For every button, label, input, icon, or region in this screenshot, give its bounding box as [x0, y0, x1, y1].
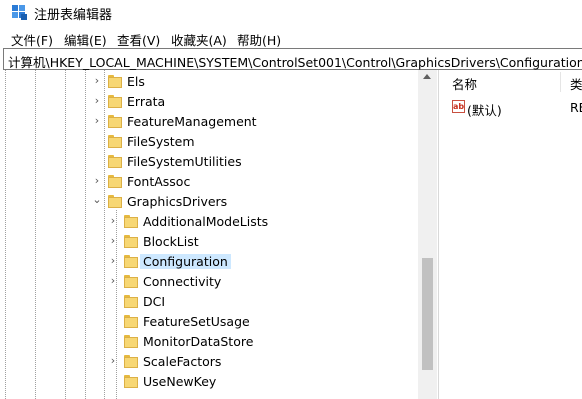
chevron-right-icon[interactable]: ›: [92, 114, 102, 127]
scroll-up-icon[interactable]: [423, 74, 431, 79]
tree-item[interactable]: › Errata: [0, 92, 418, 112]
chevron-right-icon[interactable]: ›: [108, 274, 118, 287]
tree-item-label[interactable]: FeatureSetUsage: [143, 314, 250, 329]
window-title: 注册表编辑器: [34, 8, 113, 23]
tree-item-label[interactable]: Configuration: [140, 254, 231, 269]
address-path[interactable]: 计算机\HKEY_LOCAL_MACHINE\SYSTEM\ControlSet…: [8, 52, 582, 71]
tree-item-label[interactable]: Connectivity: [143, 274, 221, 289]
tree-item-label[interactable]: FileSystemUtilities: [127, 154, 242, 169]
tree-item-label[interactable]: GraphicsDrivers: [127, 194, 227, 209]
tree-item-label[interactable]: DCI: [143, 294, 165, 309]
folder-icon: [124, 275, 138, 289]
folder-icon: [108, 115, 122, 129]
folder-icon: [108, 175, 122, 189]
value-name[interactable]: (默认): [467, 100, 502, 119]
tree-item[interactable]: FileSystemUtilities: [0, 152, 418, 172]
tree-item-label[interactable]: FeatureManagement: [127, 114, 257, 129]
column-header-name[interactable]: 名称: [452, 74, 477, 93]
tree-item-label[interactable]: FontAssoc: [127, 174, 190, 189]
chevron-right-icon[interactable]: ›: [92, 94, 102, 107]
chevron-right-icon[interactable]: ›: [108, 254, 118, 267]
tree-item[interactable]: › BlockList: [0, 232, 418, 252]
tree-item[interactable]: › Connectivity: [0, 272, 418, 292]
chevron-down-icon[interactable]: ⌄: [92, 193, 102, 206]
tree-item[interactable]: › Els: [0, 72, 418, 92]
menu-favorites[interactable]: 收藏夹(A): [171, 30, 227, 49]
tree-item[interactable]: UseNewKey: [0, 372, 418, 392]
folder-icon: [124, 235, 138, 249]
menu-file[interactable]: 文件(F): [11, 30, 53, 49]
tree-scrollbar[interactable]: [418, 70, 437, 399]
tree-item[interactable]: FeatureSetUsage: [0, 312, 418, 332]
column-header-type[interactable]: 类: [570, 74, 582, 93]
tree-item[interactable]: › ScaleFactors: [0, 352, 418, 372]
column-divider[interactable]: [560, 72, 561, 92]
scroll-thumb[interactable]: [422, 258, 433, 370]
folder-icon: [124, 315, 138, 329]
folder-icon: [108, 155, 122, 169]
chevron-right-icon[interactable]: ›: [108, 234, 118, 247]
menu-view[interactable]: 查看(V): [117, 30, 160, 49]
menu-edit[interactable]: 编辑(E): [64, 30, 107, 49]
chevron-right-icon[interactable]: ›: [108, 354, 118, 367]
registry-editor-icon: [12, 5, 27, 20]
tree-item[interactable]: FileSystem: [0, 132, 418, 152]
tree-item-label[interactable]: Els: [127, 74, 145, 89]
chevron-right-icon[interactable]: ›: [92, 74, 102, 87]
menu-help[interactable]: 帮助(H): [237, 30, 281, 49]
tree-item[interactable]: › FeatureManagement: [0, 112, 418, 132]
key-tree[interactable]: › Els › Errata › FeatureManagement FileS…: [0, 70, 438, 399]
folder-icon: [108, 135, 122, 149]
values-list[interactable]: 名称 类 ab (默认) RE: [446, 70, 582, 399]
tree-item-label[interactable]: UseNewKey: [143, 374, 216, 389]
chevron-right-icon[interactable]: ›: [108, 214, 118, 227]
tree-item-label[interactable]: BlockList: [143, 234, 199, 249]
tree-item-expanded[interactable]: ⌄ GraphicsDrivers: [0, 192, 418, 212]
folder-icon: [124, 255, 138, 269]
folder-icon: [124, 355, 138, 369]
tree-item-label[interactable]: AdditionalModeLists: [143, 214, 268, 229]
tree-item[interactable]: › AdditionalModeLists: [0, 212, 418, 232]
chevron-right-icon[interactable]: ›: [92, 174, 102, 187]
tree-item[interactable]: › FontAssoc: [0, 172, 418, 192]
title-bar: 注册表编辑器: [0, 0, 582, 26]
tree-item[interactable]: MonitorDataStore: [0, 332, 418, 352]
folder-icon: [124, 335, 138, 349]
tree-item-label[interactable]: ScaleFactors: [143, 354, 221, 369]
folder-icon: [108, 75, 122, 89]
folder-open-icon: [108, 195, 122, 209]
tree-item-label[interactable]: FileSystem: [127, 134, 195, 149]
address-bar[interactable]: 计算机\HKEY_LOCAL_MACHINE\SYSTEM\ControlSet…: [3, 48, 582, 70]
tree-item-label[interactable]: MonitorDataStore: [143, 334, 253, 349]
tree-item-label[interactable]: Errata: [127, 94, 165, 109]
value-type: RE: [570, 100, 582, 115]
folder-icon: [124, 215, 138, 229]
folder-icon: [124, 295, 138, 309]
string-value-icon: ab: [452, 100, 465, 113]
folder-icon: [124, 375, 138, 389]
tree-item-selected[interactable]: › Configuration: [0, 252, 418, 272]
folder-icon: [108, 95, 122, 109]
tree-item[interactable]: DCI: [0, 292, 418, 312]
menu-bar: 文件(F) 编辑(E) 查看(V) 收藏夹(A) 帮助(H): [0, 27, 582, 49]
